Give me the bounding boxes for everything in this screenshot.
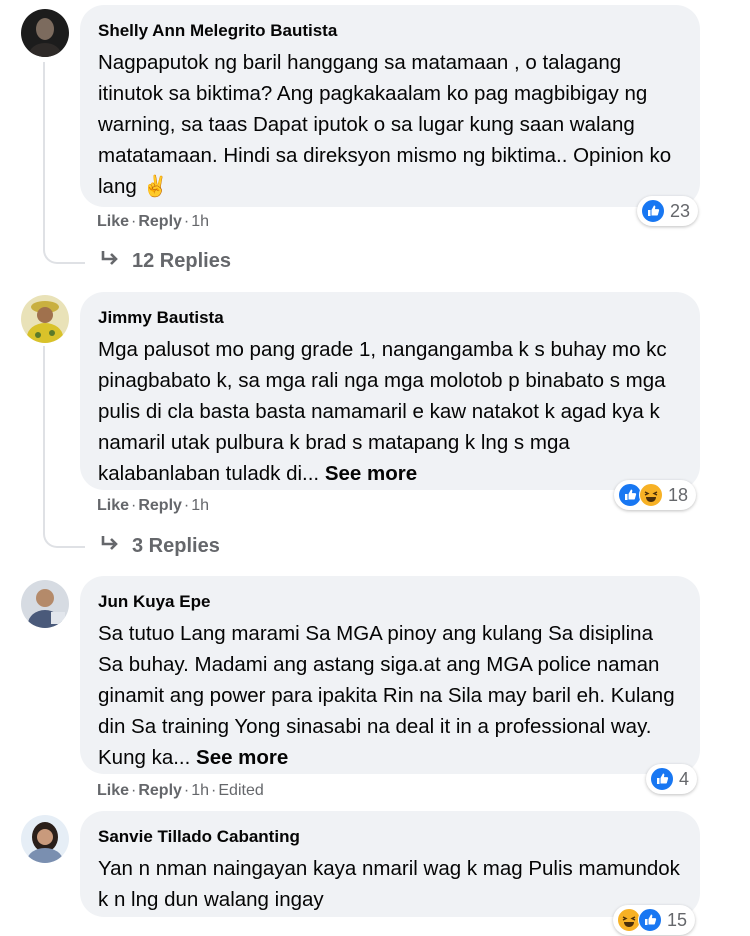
reaction-summary[interactable]: 4 xyxy=(646,764,698,794)
comment-text-content: Sa tutuo Lang marami Sa MGA pinoy ang ku… xyxy=(98,622,675,769)
separator: · xyxy=(211,782,217,799)
reply-link[interactable]: Reply xyxy=(138,213,182,230)
reaction-count: 23 xyxy=(670,200,691,221)
comment-text: Sa tutuo Lang marami Sa MGA pinoy ang ku… xyxy=(98,618,682,773)
avatar[interactable] xyxy=(21,295,69,343)
reaction-summary[interactable]: 23 xyxy=(637,196,699,226)
like-link[interactable]: Like xyxy=(97,782,129,799)
reply-link[interactable]: Reply xyxy=(138,782,182,799)
comment-text: Nagpaputok ng baril hanggang sa matamaan… xyxy=(98,47,682,202)
like-icon xyxy=(650,767,674,791)
timestamp[interactable]: 1h xyxy=(191,782,209,799)
separator: · xyxy=(183,782,190,799)
replies-label: 3 Replies xyxy=(132,534,220,557)
comment-text-content: Yan n nman naingayan kaya nmaril wag k m… xyxy=(98,857,680,911)
separator: · xyxy=(183,497,190,514)
like-link[interactable]: Like xyxy=(97,213,129,230)
separator: · xyxy=(131,782,137,799)
reply-arrow-icon xyxy=(100,249,120,273)
comment-bubble: Jun Kuya Epe Sa tutuo Lang marami Sa MGA… xyxy=(80,576,700,774)
separator: · xyxy=(183,213,190,230)
comment-author[interactable]: Jun Kuya Epe xyxy=(98,590,682,614)
see-more-link[interactable]: See more xyxy=(196,746,288,769)
comment-actions: Like · Reply · 1h xyxy=(97,211,209,233)
thread-line xyxy=(43,62,45,240)
view-replies-button[interactable]: 3 Replies xyxy=(100,534,220,558)
like-icon xyxy=(638,908,662,932)
comment-author[interactable]: Sanvie Tillado Cabanting xyxy=(98,825,682,849)
comment-author[interactable]: Jimmy Bautista xyxy=(98,306,682,330)
haha-icon xyxy=(639,483,663,507)
comment-actions: Like · Reply · 1h xyxy=(97,495,209,517)
reaction-summary[interactable]: 18 xyxy=(614,480,697,510)
avatar[interactable] xyxy=(21,9,69,57)
reply-link[interactable]: Reply xyxy=(138,497,182,514)
avatar[interactable] xyxy=(21,580,69,628)
thread-curve xyxy=(43,240,85,264)
replies-label: 12 Replies xyxy=(132,249,231,272)
comment-bubble: Shelly Ann Melegrito Bautista Nagpaputok… xyxy=(80,5,700,207)
like-link[interactable]: Like xyxy=(97,497,129,514)
comment-bubble: Sanvie Tillado Cabanting Yan n nman nain… xyxy=(80,811,700,917)
comment-text-content: Nagpaputok ng baril hanggang sa matamaan… xyxy=(98,51,672,198)
comment-actions: Like · Reply · 1h · Edited xyxy=(97,780,264,802)
thread-curve xyxy=(43,524,85,548)
comment-text: Yan n nman naingayan kaya nmaril wag k m… xyxy=(98,853,682,915)
avatar[interactable] xyxy=(21,815,69,863)
comment-bubble: Jimmy Bautista Mga palusot mo pang grade… xyxy=(80,292,700,490)
separator: · xyxy=(131,497,137,514)
comment-text: Mga palusot mo pang grade 1, nangangamba… xyxy=(98,334,682,489)
timestamp[interactable]: 1h xyxy=(191,497,209,514)
edited-label[interactable]: Edited xyxy=(218,782,263,799)
reply-arrow-icon xyxy=(100,534,120,558)
view-replies-button[interactable]: 12 Replies xyxy=(100,249,231,273)
thread-line xyxy=(43,346,45,524)
reaction-count: 15 xyxy=(667,909,688,930)
separator: · xyxy=(131,213,137,230)
reaction-count: 18 xyxy=(668,484,689,505)
comment-author[interactable]: Shelly Ann Melegrito Bautista xyxy=(98,19,682,43)
like-icon xyxy=(641,199,665,223)
victory-hand-emoji: ✌ xyxy=(142,175,168,198)
reaction-count: 4 xyxy=(679,768,690,789)
reaction-summary[interactable]: 15 xyxy=(613,905,696,935)
see-more-link[interactable]: See more xyxy=(325,462,417,485)
timestamp[interactable]: 1h xyxy=(191,213,209,230)
